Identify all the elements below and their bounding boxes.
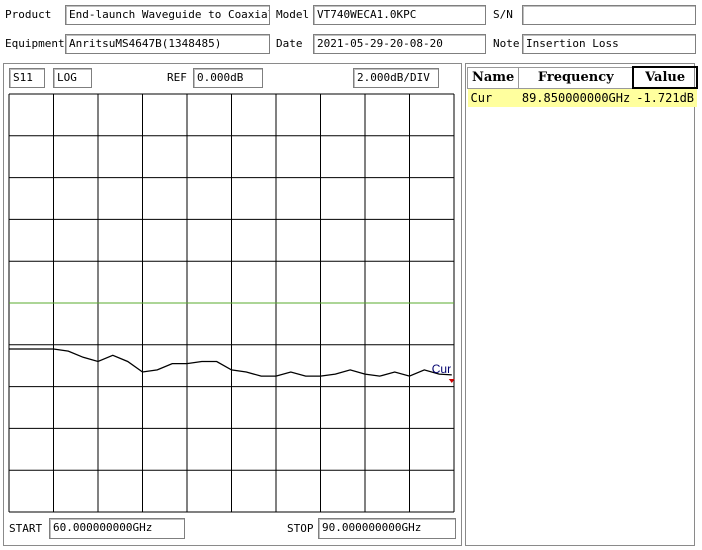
marker-name: Cur [467, 87, 519, 107]
start-field[interactable]: 60.000000000GHz [49, 518, 185, 539]
stop-field[interactable]: 90.000000000GHz [318, 518, 456, 539]
marker-table: Name Frequency Value Cur 89.850000000GHz… [466, 66, 699, 107]
marker-table-header: Name Frequency Value [466, 66, 699, 89]
col-value-header[interactable]: Value [632, 66, 699, 89]
start-label: START [9, 522, 43, 535]
marker-panel [465, 63, 695, 546]
marker-frequency: 89.850000000GHz [518, 87, 634, 107]
col-name-header[interactable]: Name [466, 66, 520, 89]
marker-row[interactable]: Cur 89.850000000GHz -1.721dB [467, 87, 698, 107]
marker-value: -1.721dB [633, 87, 698, 107]
trace-line [9, 348, 452, 377]
stop-label: STOP [287, 522, 314, 535]
col-frequency-header[interactable]: Frequency [518, 66, 634, 89]
marker-label: Cur [432, 362, 451, 376]
